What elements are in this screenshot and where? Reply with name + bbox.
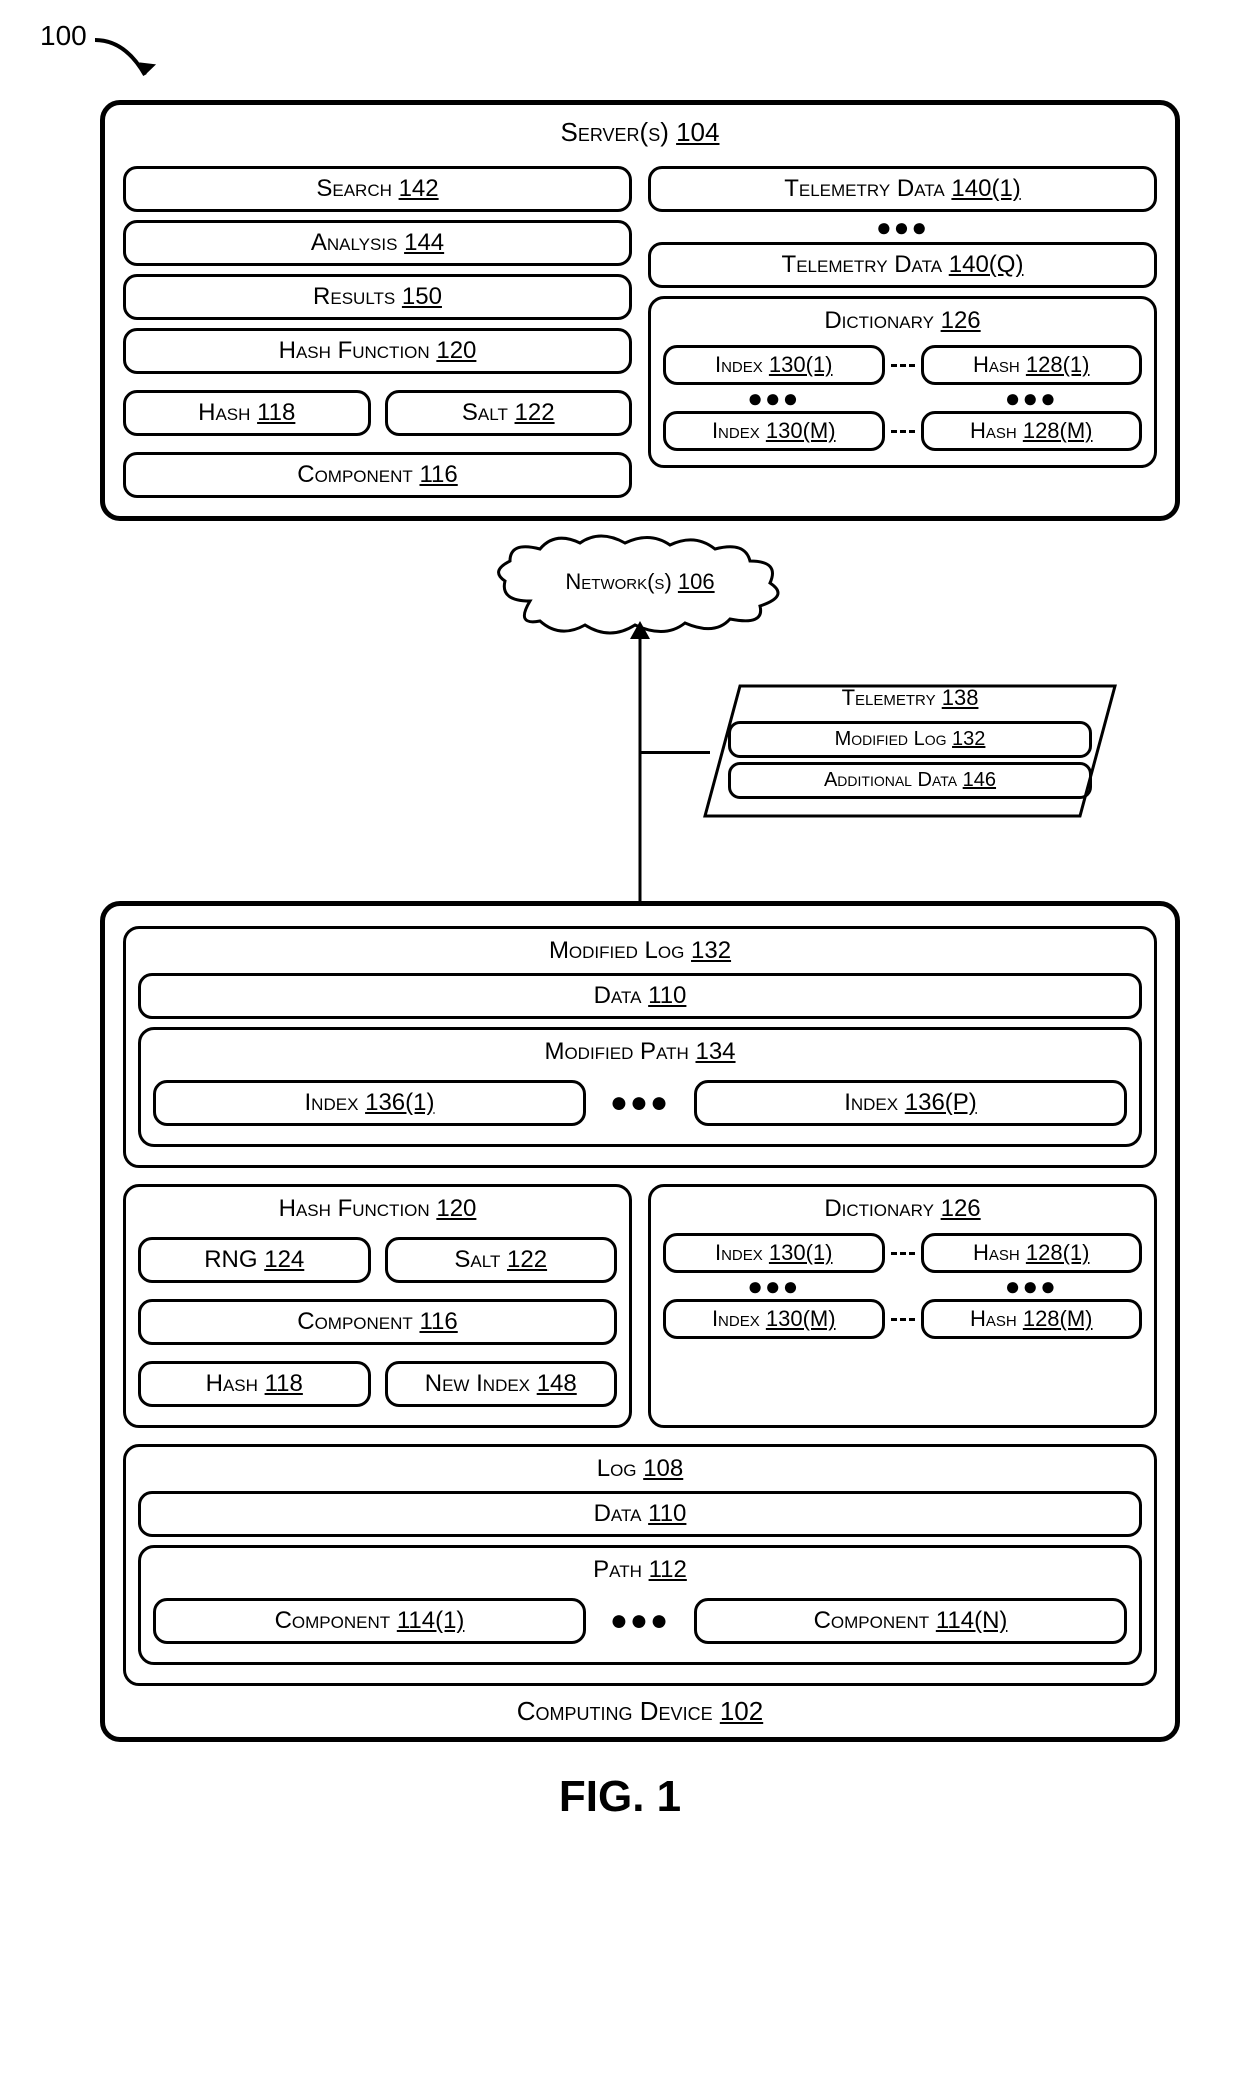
network-label: Network(s) 106 <box>565 569 714 595</box>
d-hash-m: Hash 128(M) <box>921 1299 1143 1339</box>
salt-pill: Salt 122 <box>385 390 633 436</box>
log-group: Log 108 Data 110 Path 112 Component 114(… <box>123 1444 1157 1686</box>
telemetry-data-q: Telemetry Data 140(Q) <box>648 242 1157 288</box>
hash-m: Hash 128(M) <box>921 411 1143 451</box>
d-index-1: Index 130(1) <box>663 1233 885 1273</box>
ellipsis-icon: ●●● <box>663 1279 885 1293</box>
computing-device-label: Computing Device 102 <box>123 1696 1157 1727</box>
modified-path-group: Modified Path 134 Index 136(1) ●●● Index… <box>138 1027 1142 1147</box>
arrow-line <box>639 631 642 901</box>
additional-data-flow: Additional Data 146 <box>728 762 1092 799</box>
ellipsis-icon: ●●● <box>663 391 885 405</box>
modified-log-group: Modified Log 132 Data 110 Modified Path … <box>123 926 1157 1168</box>
modified-log-flow: Modified Log 132 <box>728 721 1092 758</box>
telemetry-flow: Telemetry 138 Modified Log 132 Additiona… <box>700 681 1120 821</box>
hashfn-pill: Hash Function 120 <box>123 328 632 374</box>
index-1: Index 130(1) <box>663 345 885 385</box>
network-section: Network(s) 106 Telemetry 138 Modified Lo… <box>100 521 1180 901</box>
d-hash-1: Hash 128(1) <box>921 1233 1143 1273</box>
d-index-m: Index 130(M) <box>663 1299 885 1339</box>
hash-1: Hash 128(1) <box>921 345 1143 385</box>
server-title: Server(s) 104 <box>123 117 1157 148</box>
search-pill: Search 142 <box>123 166 632 212</box>
reference-arrow-icon <box>90 30 170 100</box>
hash-pill-2: Hash 118 <box>138 1361 371 1407</box>
device-dictionary: Dictionary 126 Index 130(1) Hash 128(1) … <box>648 1184 1157 1428</box>
server-box: Server(s) 104 Search 142 Analysis 144 Re… <box>100 100 1180 521</box>
reference-pointer: 100 <box>40 20 1220 100</box>
server-dictionary: Dictionary 126 Index 130(1) Hash 128(1) … <box>648 296 1157 468</box>
ellipsis-icon: ●●● <box>600 1086 680 1120</box>
ellipsis-icon: ●●● <box>921 391 1143 405</box>
analysis-pill: Analysis 144 <box>123 220 632 266</box>
hash-function-group: Hash Function 120 RNG 124 Salt 122 Compo… <box>123 1184 632 1428</box>
ellipsis-icon: ●●● <box>600 1604 680 1638</box>
server-right-column: Telemetry Data 140(1) ●●● Telemetry Data… <box>648 158 1157 506</box>
component-n1: Component 114(1) <box>153 1598 586 1644</box>
results-pill: Results 150 <box>123 274 632 320</box>
computing-device-box: Modified Log 132 Data 110 Modified Path … <box>100 901 1180 1742</box>
index-p1: Index 136(1) <box>153 1080 586 1126</box>
component-nn: Component 114(N) <box>694 1598 1127 1644</box>
index-m: Index 130(M) <box>663 411 885 451</box>
ellipsis-icon: ●●● <box>921 1279 1143 1293</box>
path-group: Path 112 Component 114(1) ●●● Component … <box>138 1545 1142 1665</box>
hash-pill: Hash 118 <box>123 390 371 436</box>
reference-number: 100 <box>40 20 87 52</box>
new-index-pill: New Index 148 <box>385 1361 618 1407</box>
ellipsis-icon: ●●● <box>648 220 1157 234</box>
figure-label: FIG. 1 <box>20 1772 1220 1822</box>
data-pill: Data 110 <box>138 973 1142 1019</box>
telemetry-data-1: Telemetry Data 140(1) <box>648 166 1157 212</box>
component-pill-2: Component 116 <box>138 1299 617 1345</box>
component-pill: Component 116 <box>123 452 632 498</box>
index-pp: Index 136(P) <box>694 1080 1127 1126</box>
salt-pill-2: Salt 122 <box>385 1237 618 1283</box>
server-left-column: Search 142 Analysis 144 Results 150 Hash… <box>123 158 632 506</box>
rng-pill: RNG 124 <box>138 1237 371 1283</box>
data-pill-2: Data 110 <box>138 1491 1142 1537</box>
